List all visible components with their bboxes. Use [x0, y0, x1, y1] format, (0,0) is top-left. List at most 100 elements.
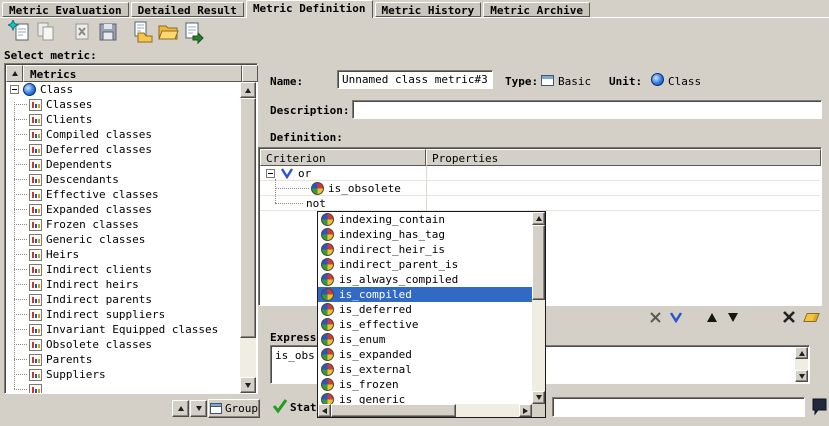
tab-metric-definition[interactable]: Metric Definition	[246, 0, 373, 18]
collapse-icon[interactable]	[10, 85, 19, 94]
clear-definition-button[interactable]	[802, 309, 820, 325]
scrollbar-thumb[interactable]	[240, 98, 256, 338]
comment-bubble-icon[interactable]	[811, 396, 828, 417]
tree-item-frozen-classes[interactable]: Frozen classes	[6, 217, 242, 232]
tree-item-compiled-classes[interactable]: Compiled classes	[6, 127, 242, 142]
description-field[interactable]	[352, 100, 822, 119]
tree-item-generic-classes[interactable]: Generic classes	[6, 232, 242, 247]
tab-metric-evaluation[interactable]: Metric Evaluation	[2, 2, 129, 17]
name-field[interactable]: Unnamed class metric#3	[337, 70, 493, 89]
import-metrics-button[interactable]	[130, 20, 154, 44]
open-file-button[interactable]	[156, 20, 180, 44]
metric-list-scrollbar[interactable]	[240, 82, 256, 393]
dropdown-item-is-frozen[interactable]: is_frozen	[318, 377, 532, 392]
sort-header-cell[interactable]	[6, 65, 23, 82]
scroll-down-button[interactable]	[240, 377, 256, 393]
scrollbar-thumb[interactable]	[532, 225, 545, 300]
collapse-icon[interactable]	[266, 169, 275, 178]
criterion-icon	[321, 378, 334, 391]
tab-metric-archive[interactable]: Metric Archive	[483, 2, 590, 17]
tree-item-indirect-clients[interactable]: Indirect clients	[6, 262, 242, 277]
remove-metric-button[interactable]	[70, 20, 94, 44]
tree-line	[14, 314, 27, 315]
dropdown-item-is-expanded[interactable]: is_expanded	[318, 347, 532, 362]
scroll-down-button[interactable]	[532, 391, 545, 404]
tree-item-expanded-classes[interactable]: Expanded classes	[6, 202, 242, 217]
criterion-row-is-obsolete[interactable]: is_obsolete	[260, 181, 820, 196]
move-metric-down-button[interactable]	[190, 400, 207, 417]
tree-item-dependents[interactable]: Dependents	[6, 157, 242, 172]
tree-item-invariant-equipped-classes[interactable]: Invariant Equipped classes	[6, 322, 242, 337]
dropdown-item-indexing-has-tag[interactable]: indexing_has_tag	[318, 227, 532, 242]
tree-item-class[interactable]: Class	[6, 82, 242, 97]
criterion-column-header[interactable]: Criterion	[260, 149, 426, 166]
dropdown-item-label: is_generic	[339, 393, 405, 404]
tree-item-partial[interactable]	[6, 382, 242, 393]
description-label: Description:	[270, 104, 349, 117]
name-value: Unnamed class metric#3	[342, 73, 488, 86]
dropdown-item-is-effective[interactable]: is_effective	[318, 317, 532, 332]
dropdown-item-is-deferred[interactable]: is_deferred	[318, 302, 532, 317]
tree-item-effective-classes[interactable]: Effective classes	[6, 187, 242, 202]
scroll-right-button[interactable]	[519, 404, 532, 417]
new-metric-button[interactable]	[8, 20, 32, 44]
scroll-up-button[interactable]	[240, 82, 256, 98]
properties-column-header[interactable]: Properties	[426, 149, 821, 166]
metric-icon	[29, 189, 42, 201]
scrollbar-thumb[interactable]	[331, 404, 456, 417]
dropdown-vscrollbar[interactable]	[532, 212, 545, 404]
scroll-up-button[interactable]	[532, 212, 545, 225]
arrow-right-icon	[523, 408, 528, 414]
or-operator-button[interactable]	[668, 309, 684, 325]
tab-detailed-result[interactable]: Detailed Result	[131, 2, 244, 17]
tree-item-suppliers[interactable]: Suppliers	[6, 367, 242, 382]
tree-item-descendants[interactable]: Descendants	[6, 172, 242, 187]
scroll-down-button[interactable]	[795, 370, 808, 382]
group-button-label: Group	[225, 402, 258, 415]
dropdown-item-is-generic[interactable]: is_generic	[318, 392, 532, 404]
criterion-icon	[321, 363, 334, 376]
metrics-column-header[interactable]: Metrics	[23, 65, 242, 82]
criterion-row-or[interactable]: or	[260, 166, 820, 181]
dropdown-item-is-compiled[interactable]: is_compiled	[318, 287, 532, 302]
dropdown-item-is-enum[interactable]: is_enum	[318, 332, 532, 347]
tree-item-indirect-heirs[interactable]: Indirect heirs	[6, 277, 242, 292]
criterion-row-not[interactable]: not	[260, 196, 820, 211]
move-criterion-up-button[interactable]	[704, 309, 720, 325]
duplicate-metric-button[interactable]	[34, 20, 58, 44]
tree-item-label: Expanded classes	[46, 203, 152, 216]
dropdown-item-is-always-compiled[interactable]: is_always_compiled	[318, 272, 532, 287]
export-metrics-button[interactable]	[182, 20, 206, 44]
expression-scrollbar[interactable]	[795, 347, 808, 382]
dropdown-item-indirect-heir-is[interactable]: indirect_heir_is	[318, 242, 532, 257]
scroll-up-button[interactable]	[795, 347, 808, 359]
save-metric-button[interactable]	[96, 20, 120, 44]
move-metric-up-button[interactable]	[172, 400, 189, 417]
clear-icon	[803, 313, 820, 322]
tree-item-parents[interactable]: Parents	[6, 352, 242, 367]
tree-item-classes[interactable]: Classes	[6, 97, 242, 112]
tree-line	[275, 179, 276, 203]
toggle-operator-button[interactable]	[647, 309, 663, 325]
tree-item-obsolete-classes[interactable]: Obsolete classes	[6, 337, 242, 352]
tree-item-clients[interactable]: Clients	[6, 112, 242, 127]
tree-line	[14, 209, 27, 210]
tree-item-indirect-suppliers[interactable]: Indirect suppliers	[6, 307, 242, 322]
status-ok-check-icon	[272, 398, 288, 414]
tab-metric-history[interactable]: Metric History	[375, 2, 482, 17]
remove-criterion-button[interactable]	[781, 309, 797, 325]
dropdown-item-indexing-contain[interactable]: indexing_contain	[318, 212, 532, 227]
dropdown-item-is-external[interactable]: is_external	[318, 362, 532, 377]
tab-bar: Metric Evaluation Detailed Result Metric…	[2, 0, 590, 18]
scroll-left-button[interactable]	[318, 404, 331, 417]
tree-item-deferred-classes[interactable]: Deferred classes	[6, 142, 242, 157]
move-criterion-down-button[interactable]	[725, 309, 741, 325]
status-field[interactable]	[552, 397, 805, 417]
group-button[interactable]: Group	[208, 399, 260, 418]
tree-item-indirect-parents[interactable]: Indirect parents	[6, 292, 242, 307]
tree-item-heirs[interactable]: Heirs	[6, 247, 242, 262]
tree-item-label: Classes	[46, 98, 92, 111]
dropdown-item-indirect-parent-is[interactable]: indirect_parent_is	[318, 257, 532, 272]
tree-item-label: Suppliers	[46, 368, 106, 381]
dropdown-hscrollbar[interactable]	[318, 404, 532, 417]
